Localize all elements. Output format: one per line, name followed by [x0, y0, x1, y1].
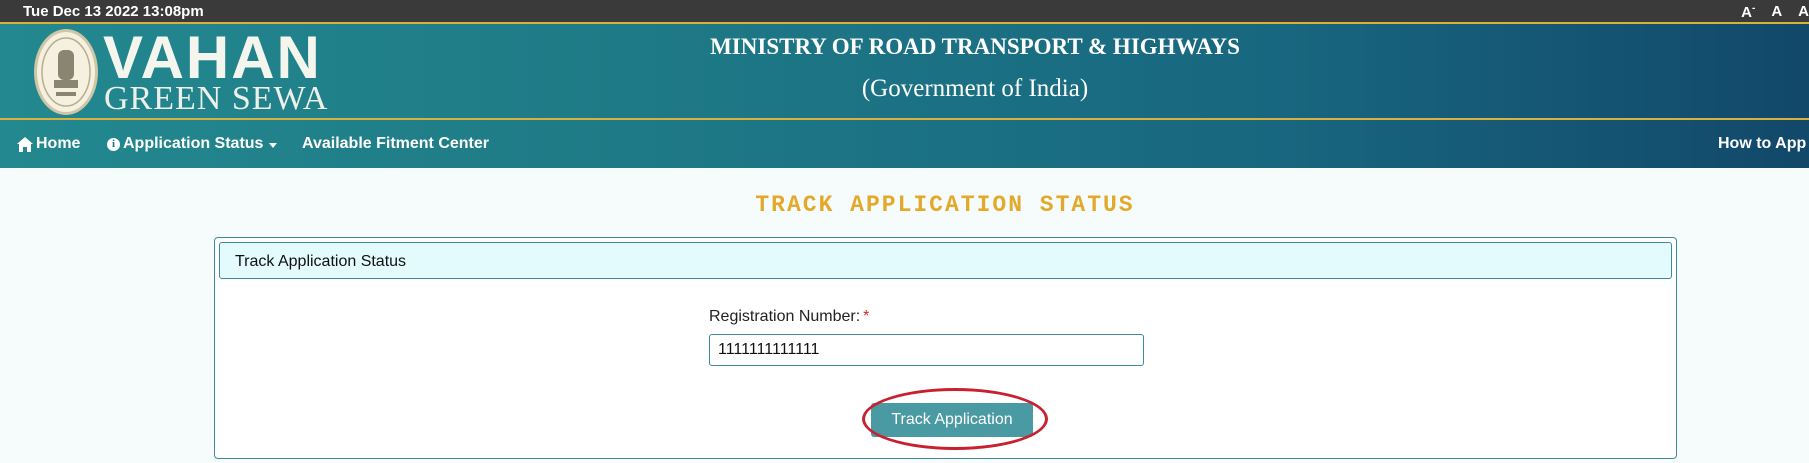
- government-subtitle: (Government of India): [861, 75, 1089, 102]
- green-sewa-logo-text: GREEN SEWA: [104, 80, 329, 117]
- font-decrease-button[interactable]: A-: [1741, 3, 1755, 21]
- font-normal-button[interactable]: A: [1771, 3, 1782, 21]
- panel-heading: Track Application Status: [219, 242, 1672, 279]
- panel-heading-text: Track Application Status: [235, 253, 407, 270]
- page-title: TRACK APPLICATION STATUS: [755, 192, 1135, 218]
- nav-home[interactable]: Home: [17, 135, 80, 153]
- chevron-down-icon: [269, 142, 278, 148]
- site-header: VAHAN GREEN SEWA MINISTRY OF ROAD TRANSP…: [0, 24, 1809, 120]
- ministry-title: MINISTRY OF ROAD TRANSPORT & HIGHWAYS: [710, 34, 1240, 59]
- nav-available-fitment-center-label: Available Fitment Center: [302, 135, 490, 152]
- nav-application-status-label: Application Status: [123, 135, 264, 152]
- national-emblem-icon: [34, 29, 98, 115]
- info-icon: i: [107, 137, 120, 151]
- nav-available-fitment-center[interactable]: Available Fitment Center: [302, 135, 489, 153]
- main-nav: Home i Application Status Available Fitm…: [0, 120, 1809, 168]
- track-status-panel: Track Application Status Registration Nu…: [214, 237, 1677, 459]
- nav-how-to-apply-label: How to App: [1718, 135, 1807, 152]
- font-increase-button[interactable]: A: [1798, 3, 1809, 21]
- home-icon: [17, 136, 33, 152]
- font-size-controls: A- A A: [1741, 3, 1809, 21]
- top-bar: Tue Dec 13 2022 13:08pm A- A A: [0, 0, 1809, 24]
- vahan-logo-text: VAHAN: [103, 24, 322, 91]
- required-mark: *: [863, 308, 870, 325]
- nav-home-label: Home: [36, 135, 81, 152]
- nav-how-to-apply[interactable]: How to App: [1718, 135, 1806, 153]
- date-time: Tue Dec 13 2022 13:08pm: [23, 3, 204, 20]
- registration-number-label: Registration Number: *: [709, 308, 870, 325]
- track-application-button[interactable]: Track Application: [871, 403, 1033, 437]
- nav-application-status[interactable]: i Application Status: [107, 135, 278, 153]
- registration-number-input[interactable]: [709, 334, 1144, 366]
